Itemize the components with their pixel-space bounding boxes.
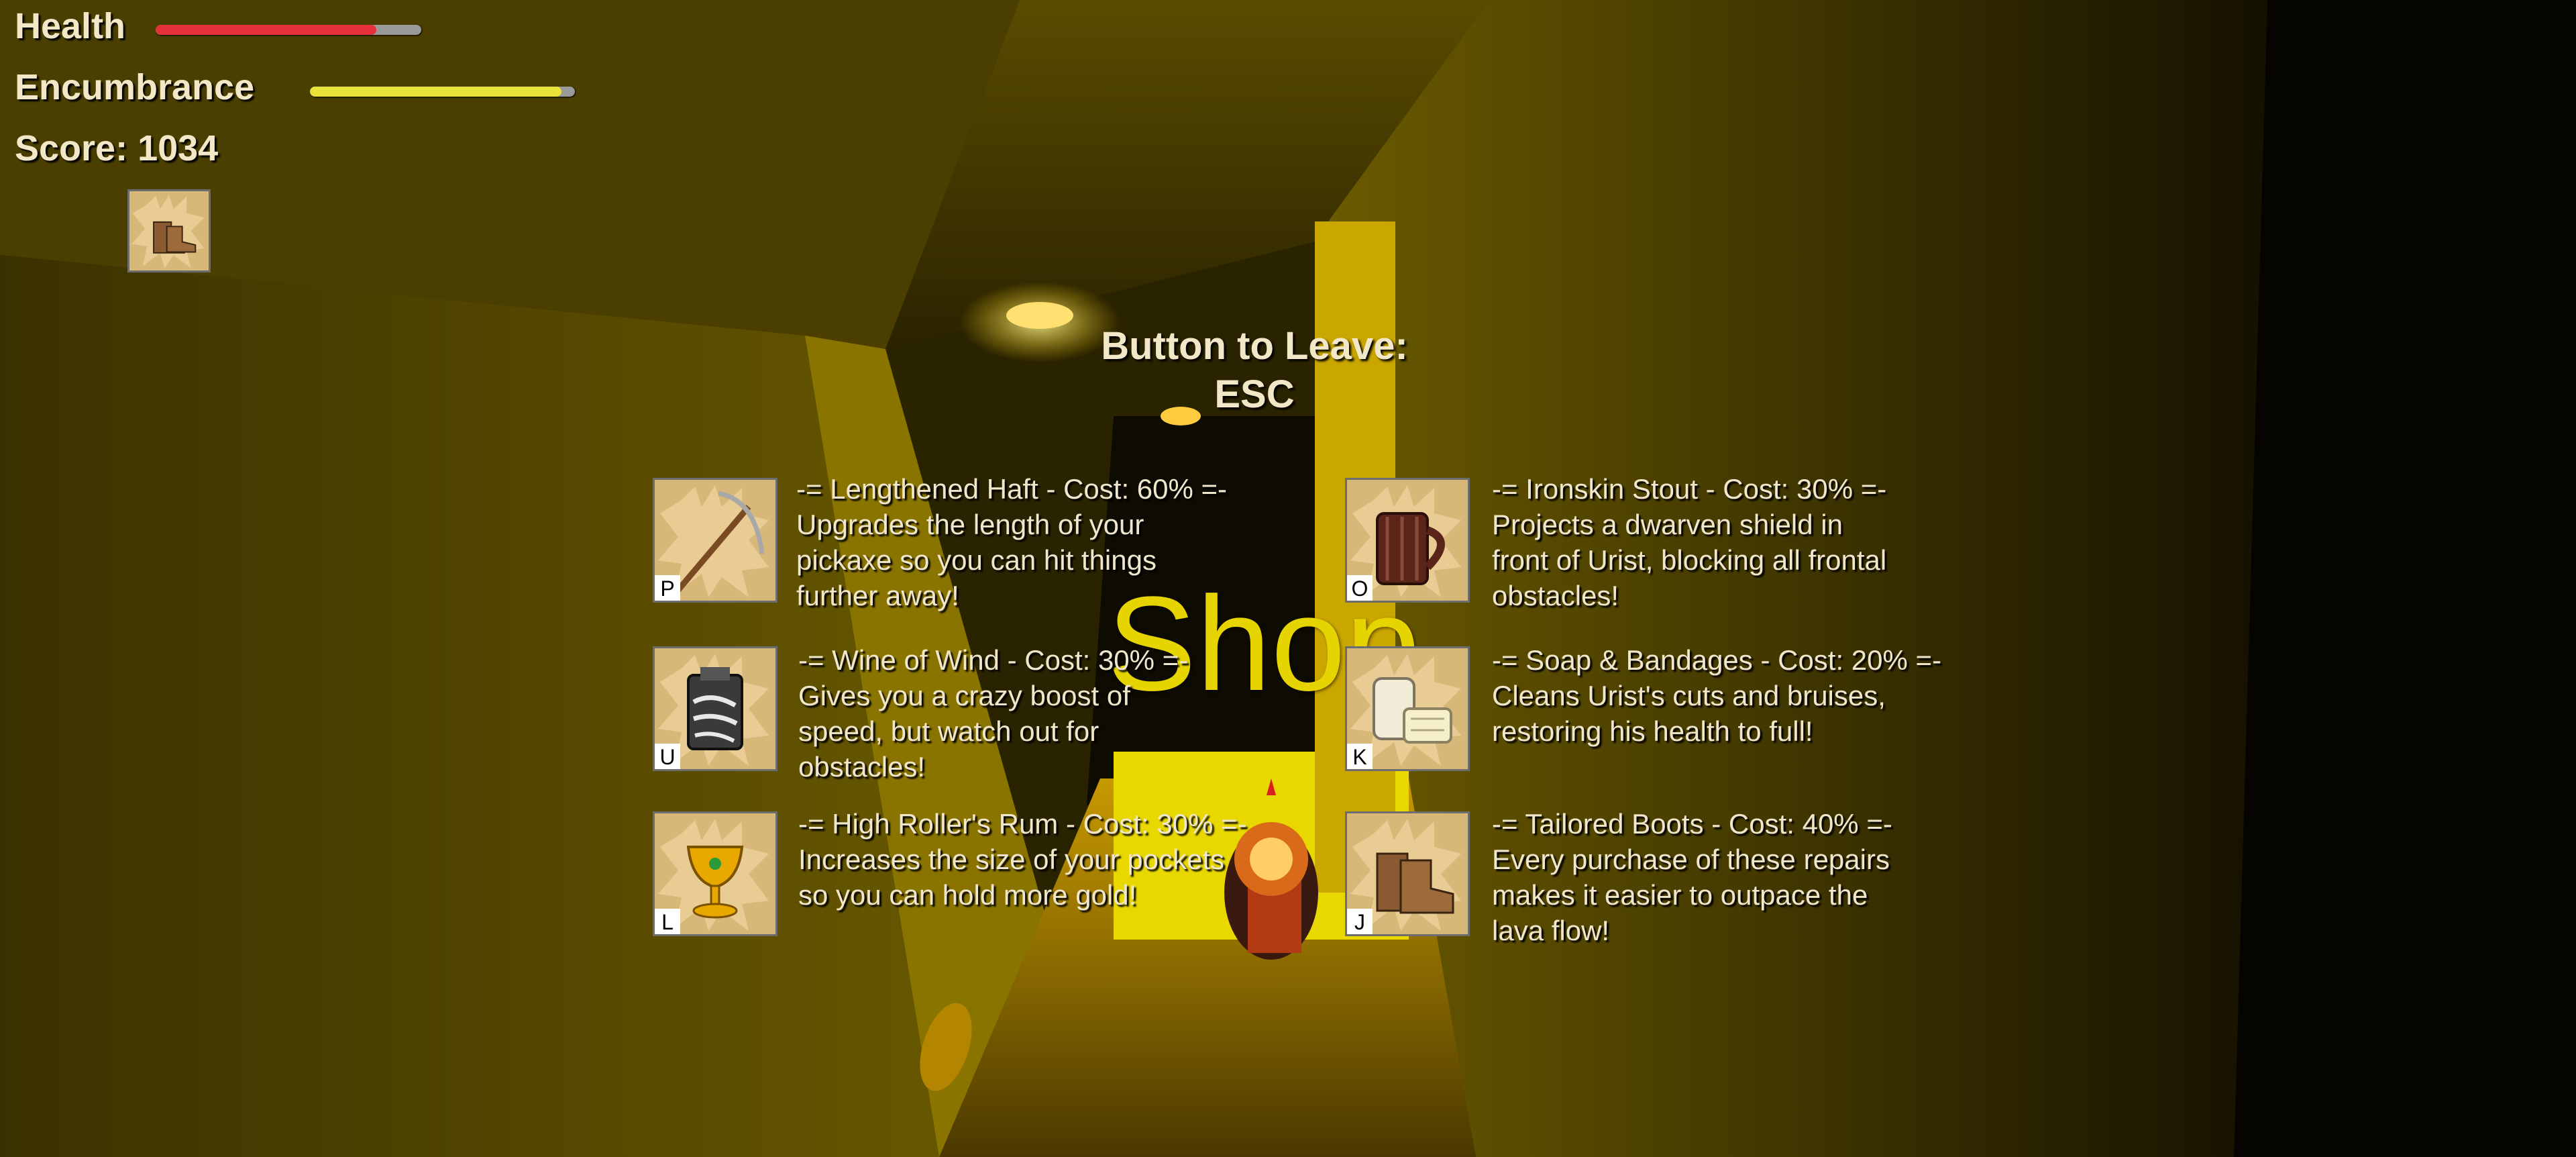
shop-item-high-rollers-rum[interactable]: L [653,811,777,936]
item-title: -= Wine of Wind - Cost: 30% =- [798,644,1189,676]
item-desc-line: speed, but watch out for [798,715,1099,747]
item-title: -= Tailored Boots - Cost: 40% =- [1492,808,1892,840]
hotkey-label: U [655,744,680,769]
item-desc-line: Cleans Urist's cuts and bruises, [1492,680,1886,711]
shop-item-description: -= Ironskin Stout - Cost: 30% =- Project… [1492,471,1886,613]
leave-prompt-title: Button to Leave: [1101,324,1408,368]
item-desc-line: lava flow! [1492,915,1610,946]
hotkey-label: O [1347,575,1373,601]
item-desc-line: Increases the size of your pockets [798,844,1224,875]
shop-item-description: -= High Roller's Rum - Cost: 30% =- Incr… [798,806,1247,913]
item-desc-line: obstacles! [798,751,926,783]
item-desc-line: Every purchase of these repairs [1492,844,1890,875]
shop-item-description: -= Tailored Boots - Cost: 40% =- Every p… [1492,806,1892,948]
leave-prompt: Button to Leave: ESC [1036,322,1472,419]
item-desc-line: further away! [796,580,959,611]
shop-item-description: -= Wine of Wind - Cost: 30% =- Gives you… [798,642,1188,785]
item-title: -= Lengthened Haft - Cost: 60% =- [796,473,1228,505]
item-desc-line: makes it easier to outpace the [1492,879,1868,911]
shop-item-lengthened-haft[interactable]: P [653,478,777,603]
shop-item-ironskin-stout[interactable]: O [1345,478,1470,603]
item-desc-line: obstacles! [1492,580,1619,611]
encumbrance-bar [310,87,575,97]
leave-key-label: ESC [1214,372,1295,416]
health-label: Health [15,6,126,46]
item-desc-line: front of Urist, blocking all frontal [1492,544,1887,576]
health-bar [156,25,421,35]
item-desc-line: Gives you a crazy boost of [798,680,1130,711]
shop-item-description: -= Lengthened Haft - Cost: 60% =- Upgrad… [796,471,1227,613]
health-bar-fill [156,25,376,35]
hotkey-label: K [1347,744,1373,769]
shop-item-description: -= Soap & Bandages - Cost: 20% =- Cleans… [1492,642,1941,749]
hotkey-label: P [655,575,680,601]
item-desc-line: pickaxe so you can hit things [796,544,1157,576]
item-desc-line: restoring his health to full! [1492,715,1813,747]
encumbrance-bar-fill [310,87,562,97]
shop-item-tailored-boots[interactable]: J [1345,811,1470,936]
item-desc-line: so you can hold more gold! [798,879,1137,911]
item-title: -= High Roller's Rum - Cost: 30% =- [798,808,1247,840]
item-desc-line: Upgrades the length of your [796,509,1144,540]
score-readout: Score: 1034 [15,128,219,168]
encumbrance-label: Encumbrance [15,67,255,107]
item-title: -= Soap & Bandages - Cost: 20% =- [1492,644,1942,676]
hotkey-label: L [655,909,680,934]
game-screen: Health Encumbrance Score: 1034 Button to… [0,0,2576,1157]
item-desc-line: Projects a dwarven shield in [1492,509,1843,540]
shop-item-soap-bandages[interactable]: K [1345,646,1470,771]
hotkey-label: J [1347,909,1373,934]
shop-item-wine-of-wind[interactable]: U [653,646,777,771]
item-title: -= Ironskin Stout - Cost: 30% =- [1492,473,1887,505]
equipped-boots-icon [127,189,211,272]
